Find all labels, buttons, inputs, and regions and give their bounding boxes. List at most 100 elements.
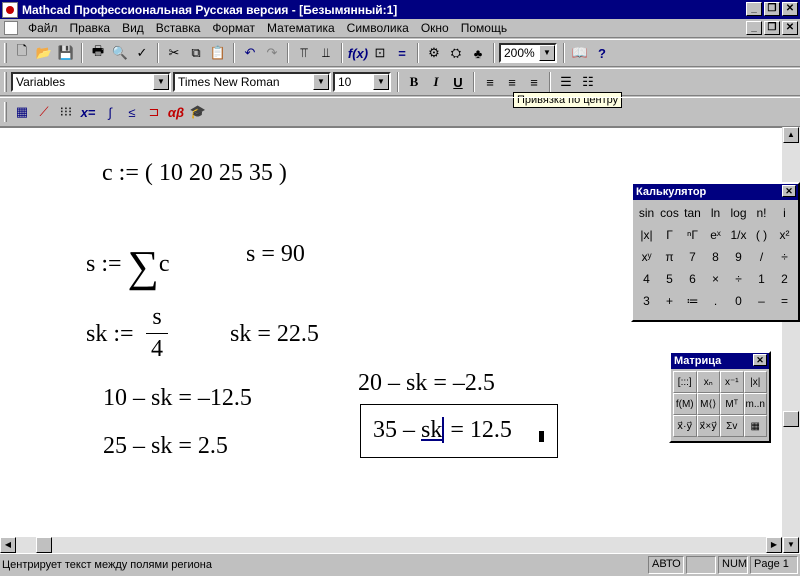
matrix-key[interactable]: x⃗·y⃗ xyxy=(673,415,697,437)
matrix-key[interactable]: xₙ xyxy=(696,371,720,393)
resource-center-icon[interactable]: 📖 xyxy=(569,42,591,64)
programming-palette-icon[interactable]: ⊐ xyxy=(143,101,165,123)
close-icon[interactable]: ✕ xyxy=(782,185,796,197)
calculator-key[interactable]: Γ xyxy=(658,224,681,246)
menu-insert[interactable]: Вставка xyxy=(150,21,207,35)
calculator-key[interactable]: n! xyxy=(750,202,773,224)
matrix-key[interactable]: f(M) xyxy=(673,393,697,415)
zoom-select[interactable]: 200% ▼ xyxy=(499,43,557,63)
font-size-select[interactable]: 10 ▼ xyxy=(333,72,391,92)
calculator-key[interactable]: eˣ xyxy=(704,224,727,246)
document-icon[interactable] xyxy=(4,21,18,35)
calculator-key[interactable]: = xyxy=(773,290,796,312)
calculator-key[interactable]: cos xyxy=(658,202,681,224)
calculator-key[interactable]: 8 xyxy=(704,246,727,268)
doc-restore-button[interactable]: ❐ xyxy=(764,21,780,35)
calculator-palette[interactable]: Калькулятор ✕ sin cos tan ln log n! i |x| ΓⁿΓ eˣ 1… xyxy=(631,182,800,322)
calculator-title-bar[interactable]: Калькулятор ✕ xyxy=(633,184,798,200)
redo-icon[interactable]: ↷ xyxy=(261,42,283,64)
equation-1[interactable]: 10 – sk = –12.5 xyxy=(103,385,252,412)
doc-minimize-button[interactable]: _ xyxy=(746,21,762,35)
insert-unit-icon[interactable]: ⊡ xyxy=(369,42,391,64)
calculator-palette-icon[interactable]: ▦ xyxy=(11,101,33,123)
matrix-key[interactable]: M⟨⟩ xyxy=(696,393,720,415)
greek-palette-icon[interactable]: αβ xyxy=(165,101,187,123)
print-preview-icon[interactable]: 🔍 xyxy=(109,42,131,64)
align-center-icon[interactable]: ≡ xyxy=(501,71,523,93)
resource-icon[interactable]: ♣ xyxy=(467,42,489,64)
calculator-key[interactable]: 1/x xyxy=(727,224,750,246)
calculator-key[interactable]: 0 xyxy=(727,290,750,312)
run-icon[interactable]: ⛭ xyxy=(445,42,467,64)
insert-component-icon[interactable]: ⚙ xyxy=(423,42,445,64)
calculator-key[interactable]: 9 xyxy=(727,246,750,268)
calculator-key[interactable]: × xyxy=(704,268,727,290)
scroll-right-icon[interactable]: ▶ xyxy=(766,537,782,553)
matrix-key[interactable]: x⁻¹ xyxy=(720,371,744,393)
bullet-list-icon[interactable]: ☰ xyxy=(555,71,577,93)
calculator-key[interactable]: 5 xyxy=(658,268,681,290)
numbered-list-icon[interactable]: ☷ xyxy=(577,71,599,93)
doc-close-button[interactable]: ✕ xyxy=(782,21,798,35)
chevron-down-icon[interactable]: ▼ xyxy=(539,45,555,61)
insert-function-icon[interactable]: f(x) xyxy=(347,42,369,64)
calculator-key[interactable]: 2 xyxy=(773,268,796,290)
mathcad-app-icon[interactable] xyxy=(2,1,18,18)
matrix-key[interactable]: |x| xyxy=(743,371,767,393)
italic-button[interactable]: I xyxy=(425,71,447,93)
chevron-down-icon[interactable]: ▼ xyxy=(373,74,389,90)
matrix-key[interactable]: Σv xyxy=(720,415,744,437)
calculator-key[interactable]: |x| xyxy=(635,224,658,246)
scroll-up-icon[interactable]: ▲ xyxy=(783,127,799,143)
fraction[interactable]: s 4 xyxy=(146,304,168,363)
align-down-icon[interactable]: ⫫ xyxy=(315,42,337,64)
save-icon[interactable]: 💾 xyxy=(55,42,77,64)
hscroll-thumb[interactable] xyxy=(36,537,52,553)
menu-help[interactable]: Помощь xyxy=(455,21,513,35)
matrix-title-bar[interactable]: Матрица ✕ xyxy=(671,353,769,369)
boolean-palette-icon[interactable]: ≤ xyxy=(121,101,143,123)
menu-symbolics[interactable]: Символика xyxy=(341,21,415,35)
calculus-palette-icon[interactable]: ∫ xyxy=(99,101,121,123)
calculator-key[interactable]: 3 xyxy=(635,290,658,312)
evaluation-palette-icon[interactable]: x= xyxy=(77,101,99,123)
align-top-icon[interactable]: ⫪ xyxy=(293,42,315,64)
calculator-key[interactable]: log xyxy=(727,202,750,224)
close-button[interactable]: ✕ xyxy=(782,2,798,16)
font-select[interactable]: Times New Roman ▼ xyxy=(173,72,331,92)
print-icon[interactable]: 🖶 xyxy=(87,42,109,64)
calculator-key[interactable]: xʸ xyxy=(635,246,658,268)
calculator-key[interactable]: i xyxy=(773,202,796,224)
menu-file[interactable]: Файл xyxy=(22,21,64,35)
calculator-key[interactable]: ≔ xyxy=(681,290,704,312)
equation-2[interactable]: 25 – sk = 2.5 xyxy=(103,433,228,460)
calculator-key[interactable]: π xyxy=(658,246,681,268)
horizontal-scrollbar[interactable]: ◀ ▶ xyxy=(0,537,782,553)
menu-edit[interactable]: Правка xyxy=(64,21,117,35)
menu-format[interactable]: Формат xyxy=(206,21,261,35)
sum-result[interactable]: s = 90 xyxy=(246,241,305,268)
calculate-icon[interactable]: = xyxy=(391,42,413,64)
new-file-icon[interactable]: 🗋 xyxy=(11,42,33,64)
calculator-key[interactable]: 1 xyxy=(750,268,773,290)
matrix-palette-icon[interactable]: ⁝⁝⁝ xyxy=(55,101,77,123)
paste-icon[interactable]: 📋 xyxy=(207,42,229,64)
undo-icon[interactable]: ↶ xyxy=(239,42,261,64)
sk-result[interactable]: sk = 22.5 xyxy=(230,321,319,348)
calculator-key[interactable]: tan xyxy=(681,202,704,224)
symbolic-palette-icon[interactable]: 🎓 xyxy=(187,101,209,123)
sum-definition[interactable]: s := ∑c xyxy=(86,241,170,292)
bold-button[interactable]: B xyxy=(403,71,425,93)
equation-3[interactable]: 20 – sk = –2.5 xyxy=(358,370,495,397)
chevron-down-icon[interactable]: ▼ xyxy=(153,74,169,90)
scroll-down-icon[interactable]: ▼ xyxy=(783,537,799,553)
matrix-key[interactable]: m..n xyxy=(743,393,767,415)
graph-palette-icon[interactable]: ⟋ xyxy=(33,101,55,123)
calculator-key[interactable]: ln xyxy=(704,202,727,224)
style-select[interactable]: Variables ▼ xyxy=(11,72,171,92)
calculator-key[interactable]: 4 xyxy=(635,268,658,290)
minimize-button[interactable]: _ xyxy=(746,2,762,16)
open-folder-icon[interactable]: 📂 xyxy=(33,42,55,64)
selected-region[interactable]: 35 – sk = 12.5 xyxy=(360,404,558,458)
matrix-key[interactable]: ▦ xyxy=(743,415,767,437)
